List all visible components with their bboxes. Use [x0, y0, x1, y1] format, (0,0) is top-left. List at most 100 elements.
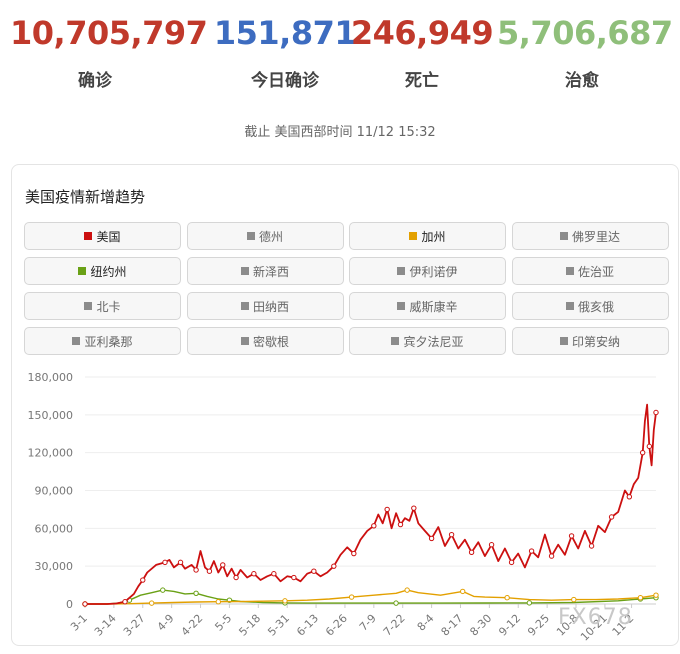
stat-recovered: 5,706,687 治愈	[497, 14, 673, 91]
x-tick-label: 9-12	[496, 612, 523, 639]
legend-toggle-7[interactable]: 佐治亚	[511, 257, 669, 285]
legend-toggle-2[interactable]: 加州	[349, 222, 506, 250]
legend-toggle-0[interactable]: 美国	[24, 222, 181, 250]
x-tick-label: 4-22	[179, 612, 206, 639]
series-point-0	[608, 514, 615, 520]
series-point-0	[140, 577, 146, 583]
legend-swatch-icon	[565, 302, 574, 310]
confirmed-label: 确诊	[78, 71, 112, 91]
legend-toggle-6[interactable]: 伊利诺伊	[349, 257, 506, 285]
legend-swatch-icon	[397, 302, 406, 310]
stat-deaths: 246,949 死亡	[337, 14, 507, 91]
legend-label: 伊利诺伊	[409, 264, 458, 279]
x-tick-label: 8-17	[439, 612, 466, 639]
recovered-count: 5,706,687	[497, 14, 673, 52]
series-point-1	[653, 592, 659, 598]
legend-toggle-12[interactable]: 亚利桑那	[24, 327, 181, 355]
x-tick-label: 8-4	[415, 612, 437, 634]
stat-confirmed: 10,705,797 确诊	[10, 14, 208, 91]
legend-toggle-9[interactable]: 田纳西	[186, 292, 344, 320]
x-tick-label: 8-30	[467, 612, 494, 639]
series-point-0	[468, 549, 475, 555]
series-point-0	[528, 548, 535, 554]
panel-title: 美国疫情新增趋势	[25, 188, 146, 206]
series-point-0	[122, 599, 128, 605]
series-point-0	[271, 571, 277, 577]
summary-stats: 10,705,797 确诊 151,871 今日确诊 246,949 死亡 5,…	[0, 14, 680, 94]
x-tick-label: 6-26	[323, 612, 350, 639]
legend-toggle-10[interactable]: 威斯康辛	[349, 292, 506, 320]
legend-label: 佛罗里达	[571, 229, 620, 244]
x-tick-label: 5-5	[212, 612, 234, 634]
legend-label: 佐治亚	[577, 264, 614, 279]
series-point-2	[160, 587, 166, 593]
legend-toggle-1[interactable]: 德州	[186, 222, 344, 250]
legend-toggle-3[interactable]: 佛罗里达	[511, 222, 669, 250]
legend-toggle-14[interactable]: 宾夕法尼亚	[349, 327, 506, 355]
x-tick-label: 9-25	[525, 612, 552, 639]
legend-label: 新泽西	[252, 264, 289, 279]
x-tick-label: 3-14	[92, 612, 119, 639]
x-tick-label: 7-22	[381, 612, 408, 639]
legend-swatch-icon	[409, 232, 418, 240]
series-point-0	[371, 523, 377, 529]
series-point-0	[428, 535, 435, 542]
legend-swatch-icon	[397, 267, 406, 275]
legend-label: 北卡	[96, 299, 121, 314]
series-point-0	[193, 567, 199, 573]
legend-swatch-icon	[84, 232, 93, 240]
series-point-0	[206, 568, 213, 574]
series-point-0	[411, 505, 417, 511]
series-point-2	[193, 590, 199, 596]
legend-swatch-icon	[565, 267, 574, 275]
legend-label: 俄亥俄	[577, 299, 614, 314]
series-point-0	[639, 449, 646, 456]
legend-swatch-icon	[559, 232, 568, 240]
legend-swatch-icon	[240, 267, 249, 275]
series-point-1	[571, 596, 577, 603]
y-tick-label: 0	[66, 598, 73, 611]
x-tick-label: 4-9	[155, 612, 177, 634]
legend-label: 威斯康辛	[409, 299, 458, 314]
x-tick-label: 5-31	[265, 612, 292, 639]
deaths-count: 246,949	[350, 14, 494, 52]
series-point-0	[291, 574, 297, 581]
series-point-1	[460, 588, 466, 595]
series-point-0	[384, 506, 390, 513]
legend-swatch-icon	[84, 302, 93, 310]
legend-swatch-icon	[240, 337, 249, 345]
legend-toggle-13[interactable]: 密歇根	[186, 327, 344, 355]
confirmed-count: 10,705,797	[10, 14, 208, 52]
series-point-0	[331, 563, 337, 569]
series-point-0	[351, 550, 357, 557]
series-point-0	[588, 543, 595, 549]
legend-swatch-icon	[240, 302, 249, 310]
legend-toggle-4[interactable]: 纽约州	[24, 257, 181, 285]
x-tick-label: 5-18	[236, 612, 263, 639]
series-point-1	[282, 598, 288, 604]
legend-label: 德州	[258, 229, 283, 244]
legend-label: 宾夕法尼亚	[403, 334, 464, 349]
x-tick-label: 3-1	[68, 612, 90, 634]
legend-toggle-8[interactable]: 北卡	[24, 292, 181, 320]
series-point-0	[162, 559, 168, 566]
legend-label: 纽约州	[90, 264, 127, 279]
series-point-0	[220, 562, 226, 568]
series-point-2	[393, 600, 399, 606]
series-point-0	[448, 531, 455, 538]
series-point-1	[348, 594, 355, 600]
y-tick-label: 30,000	[35, 560, 74, 573]
series-point-0	[177, 559, 184, 566]
x-tick-label: 6-13	[294, 612, 321, 639]
series-point-2	[526, 600, 533, 606]
legend-label: 印第安纳	[571, 334, 620, 349]
legend-swatch-icon	[391, 337, 400, 345]
y-tick-label: 60,000	[35, 522, 74, 535]
legend-toggle-5[interactable]: 新泽西	[186, 257, 344, 285]
legend-toggle-11[interactable]: 俄亥俄	[511, 292, 669, 320]
deaths-label: 死亡	[405, 71, 439, 91]
legend-toggle-15[interactable]: 印第安纳	[511, 327, 669, 355]
series-point-0	[233, 574, 239, 581]
legend-label: 加州	[421, 229, 446, 244]
trend-panel: 美国疫情新增趋势 美国 德州 加州 佛罗里达纽约州 新泽西 伊利诺伊 佐治亚北卡 田纳西 威斯康…	[11, 164, 679, 646]
